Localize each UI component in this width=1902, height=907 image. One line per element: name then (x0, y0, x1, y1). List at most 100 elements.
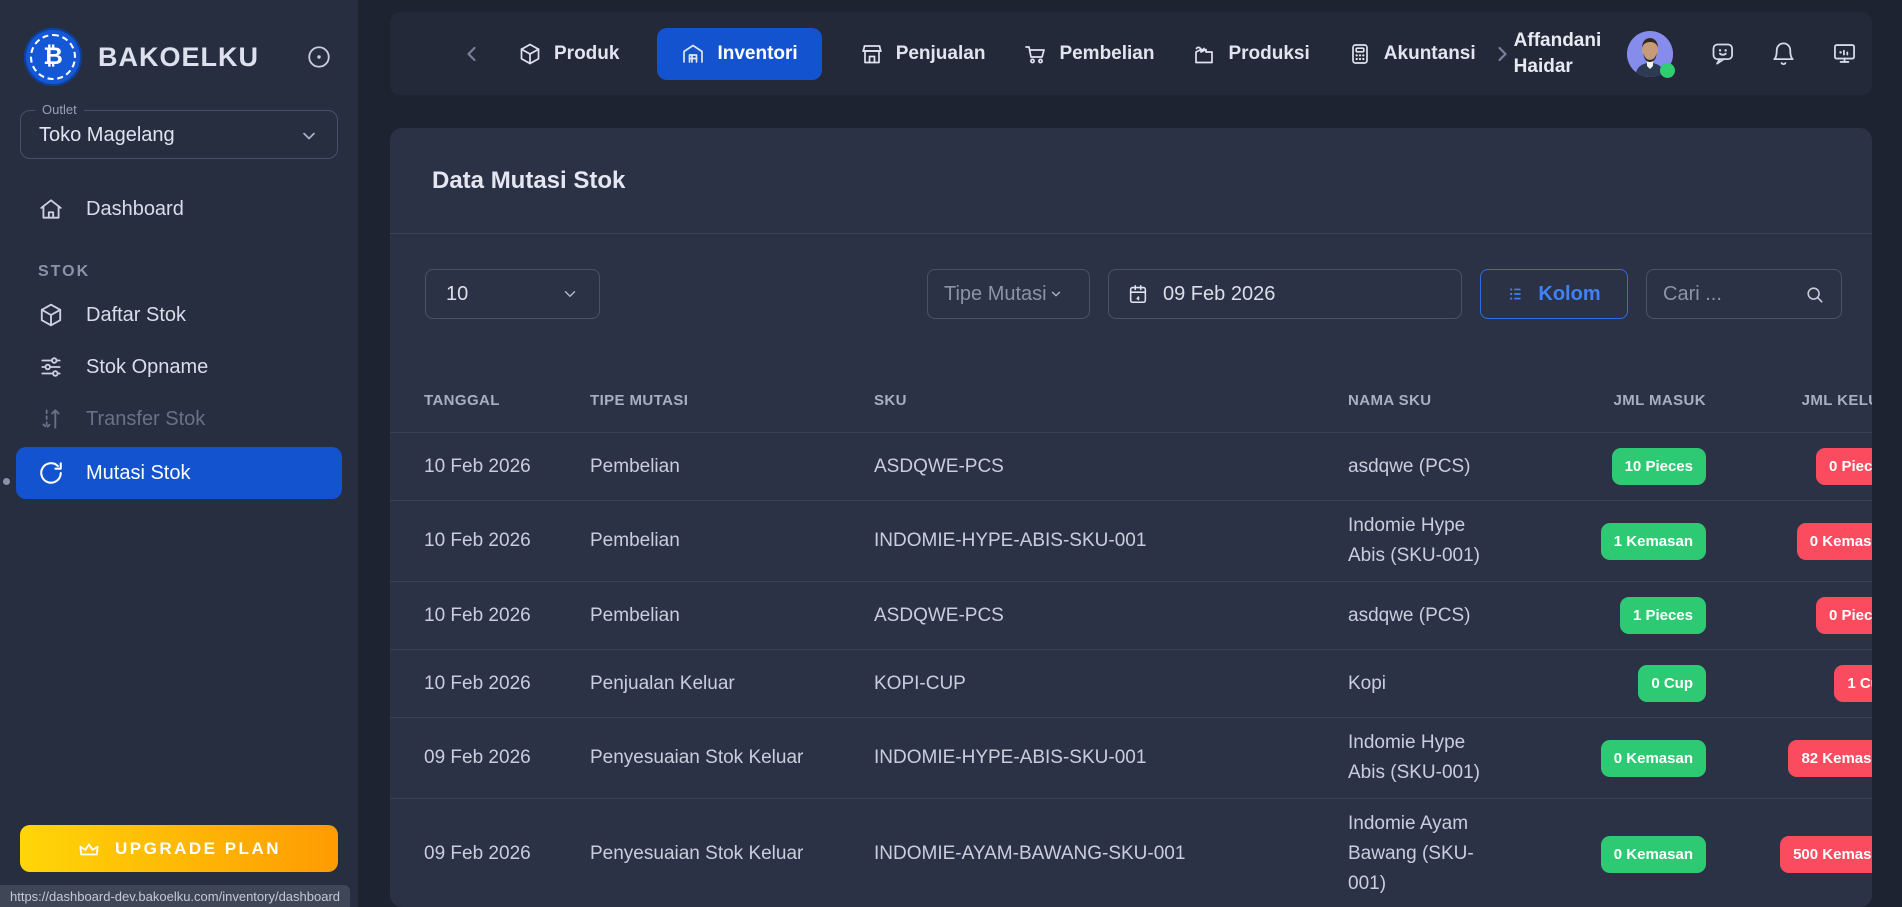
table-controls: 10 Tipe Mutasi 09 Feb 2026 (425, 269, 1842, 319)
search-box (1646, 269, 1842, 319)
cell-tipe-mutasi: Penjualan Keluar (590, 663, 874, 705)
tipe-mutasi-select[interactable]: Tipe Mutasi (927, 269, 1090, 319)
cell-nama-sku: Indomie Hype Abis (SKU-001) (1348, 718, 1596, 798)
sidebar-item-dashboard[interactable]: Dashboard (0, 183, 358, 235)
chevron-down-icon (561, 285, 579, 303)
data-mutasi-stok-card: Data Mutasi Stok 10 Tipe Mutasi (390, 128, 1872, 907)
cell-jml-masuk: 0 Cup (1638, 655, 1706, 712)
sidebar-item-mutasi-stok[interactable]: Mutasi Stok (16, 447, 342, 499)
cell-jml-keluar: 82 Kemasan (1788, 730, 1872, 787)
cell-nama-sku: asdqwe (PCS) (1348, 442, 1596, 492)
table-row: 10 Feb 2026 Penjualan Keluar KOPI-CUP Ko… (390, 649, 1872, 717)
outlet-label: Outlet (35, 102, 84, 117)
online-status-dot (1660, 63, 1675, 78)
home-icon (38, 196, 64, 222)
cell-jml-keluar: 0 Kemasan (1797, 513, 1872, 570)
kolom-button[interactable]: Kolom (1480, 269, 1628, 319)
sidebar-item-transfer-stok[interactable]: Transfer Stok (0, 393, 358, 445)
nav-scroll-left-icon[interactable] (460, 42, 502, 66)
chevron-down-icon (299, 126, 319, 146)
cell-jml-keluar: 1 Cup (1834, 655, 1872, 712)
jml-masuk-badge: 10 Pieces (1612, 448, 1706, 485)
cell-tanggal: 10 Feb 2026 (390, 520, 590, 562)
jml-masuk-badge: 1 Pieces (1620, 597, 1706, 634)
cell-jml-keluar: 0 Pieces (1816, 438, 1872, 495)
jml-masuk-badge: 1 Kemasan (1601, 523, 1706, 560)
tab-produk[interactable]: Produk (518, 42, 619, 66)
sidebar-item-label: Transfer Stok (86, 408, 205, 431)
search-icon[interactable] (1804, 284, 1825, 305)
cell-sku: INDOMIE-AYAM-BAWANG-SKU-001 (874, 833, 1348, 875)
jml-keluar-badge: 0 Pieces (1816, 597, 1872, 634)
nav-scroll-right-icon[interactable] (1476, 42, 1514, 66)
cart-icon (1023, 42, 1047, 66)
factory-icon (1192, 42, 1216, 66)
cell-jml-masuk: 1 Pieces (1620, 587, 1706, 644)
feedback-chat-icon[interactable] (1709, 40, 1736, 67)
table-row: 10 Feb 2026 Pembelian ASDQWE-PCS asdqwe … (390, 432, 1872, 500)
main-area: Produk Inventori Penjualan (390, 0, 1872, 907)
avatar[interactable] (1627, 31, 1673, 77)
outlet-select[interactable]: Outlet Toko Magelang (20, 110, 338, 159)
monitor-display-icon[interactable] (1831, 40, 1858, 67)
tab-label: Produksi (1228, 43, 1309, 65)
divider (390, 233, 1872, 234)
cube-icon (38, 302, 64, 328)
tab-produksi[interactable]: Produksi (1192, 42, 1309, 66)
topbar-actions (1709, 40, 1858, 67)
date-picker[interactable]: 09 Feb 2026 (1108, 269, 1462, 319)
cell-sku: ASDQWE-PCS (874, 446, 1348, 488)
upgrade-plan-button[interactable]: UPGRADE PLAN (20, 825, 338, 872)
cell-tanggal: 10 Feb 2026 (390, 663, 590, 705)
table-header-row: TANGGAL TIPE MUTASI SKU NAMA SKU JML MAS… (390, 369, 1872, 432)
jml-masuk-badge: 0 Kemasan (1601, 836, 1706, 873)
sidebar-item-stok-opname[interactable]: Stok Opname (0, 341, 358, 393)
sidebar-collapse-icon[interactable] (306, 44, 332, 70)
brand-name: BAKOELKU (98, 42, 259, 73)
cell-sku: INDOMIE-HYPE-ABIS-SKU-001 (874, 737, 1348, 779)
tab-pembelian[interactable]: Pembelian (1023, 42, 1154, 66)
notifications-bell-icon[interactable] (1770, 40, 1797, 67)
sidebar-nav: Dashboard STOK Daftar Stok Stok Opname (0, 183, 358, 499)
tab-label: Pembelian (1059, 43, 1154, 65)
columns-list-icon (1507, 284, 1527, 304)
jml-masuk-badge: 0 Cup (1638, 665, 1706, 702)
page-size-select[interactable]: 10 (425, 269, 600, 319)
search-input[interactable] (1663, 283, 1781, 306)
cell-tipe-mutasi: Pembelian (590, 520, 874, 562)
sidebar-scrollbar-dot[interactable] (3, 478, 10, 485)
sidebar-item-label: Dashboard (86, 198, 184, 221)
store-icon (860, 42, 884, 66)
cell-tipe-mutasi: Penyesuaian Stok Keluar (590, 737, 874, 779)
transfer-arrows-icon (38, 406, 64, 432)
cell-tipe-mutasi: Pembelian (590, 446, 874, 488)
cell-tipe-mutasi: Penyesuaian Stok Keluar (590, 833, 874, 875)
table-row: 09 Feb 2026 Penyesuaian Stok Keluar INDO… (390, 717, 1872, 798)
col-jml-keluar: JML KELUAR (1802, 392, 1872, 409)
cell-tanggal: 10 Feb 2026 (390, 595, 590, 637)
tab-inventori[interactable]: Inventori (657, 28, 821, 80)
cell-nama-sku: Indomie Hype Abis (SKU-001) (1348, 501, 1596, 581)
crown-icon (77, 837, 101, 861)
tab-penjualan[interactable]: Penjualan (860, 42, 986, 66)
user-name[interactable]: Affandani Haidar (1514, 28, 1628, 80)
table-row: 10 Feb 2026 Pembelian INDOMIE-HYPE-ABIS-… (390, 500, 1872, 581)
calendar-icon (1127, 283, 1149, 305)
sidebar-item-label: Stok Opname (86, 356, 208, 379)
sidebar-item-daftar-stok[interactable]: Daftar Stok (0, 289, 358, 341)
tab-akuntansi[interactable]: Akuntansi (1348, 42, 1476, 66)
table-row: 09 Feb 2026 Penyesuaian Stok Keluar INDO… (390, 798, 1872, 907)
sidebar-item-label: Daftar Stok (86, 304, 186, 327)
tab-label: Produk (554, 43, 619, 65)
col-tipe-mutasi: TIPE MUTASI (590, 392, 874, 409)
mutasi-stok-table: TANGGAL TIPE MUTASI SKU NAMA SKU JML MAS… (390, 369, 1872, 907)
brand-row: ₿ BAKOELKU (0, 0, 358, 86)
date-value: 09 Feb 2026 (1163, 283, 1275, 306)
sidebar-section-stok: STOK (0, 235, 358, 289)
jml-keluar-badge: 82 Kemasan (1788, 740, 1872, 777)
jml-masuk-badge: 0 Kemasan (1601, 740, 1706, 777)
page-title: Data Mutasi Stok (432, 167, 625, 195)
browser-status-url: https://dashboard-dev.bakoelku.com/inven… (0, 885, 350, 907)
jml-keluar-badge: 500 Kemasan (1780, 836, 1872, 873)
cell-jml-masuk: 10 Pieces (1612, 438, 1706, 495)
